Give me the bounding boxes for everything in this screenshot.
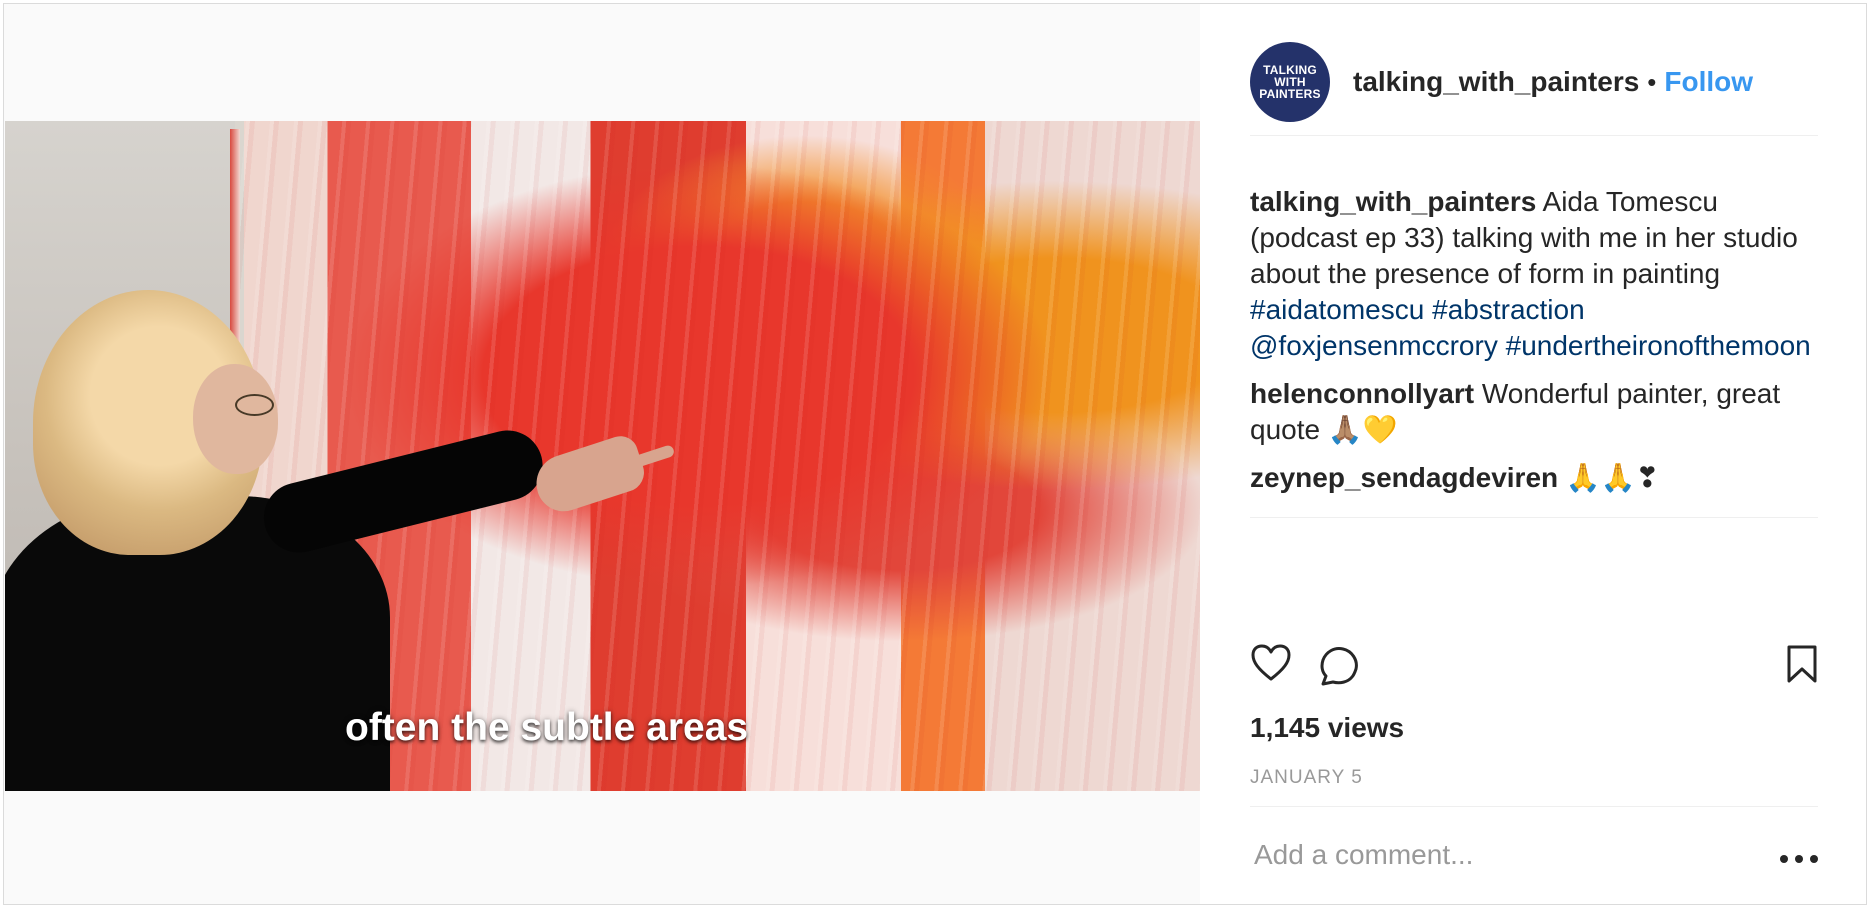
painter-arm [256,423,551,560]
comments-list: talking_with_painters Aida Tomescu (podc… [1250,184,1816,508]
author-avatar[interactable]: TALKING WITH PAINTERS [1250,42,1330,122]
post-actions [1250,644,1818,694]
follow-button[interactable]: Follow [1664,66,1753,98]
video-player[interactable]: often the subtle areas [5,121,1200,791]
comment-zeynep-sendagdeviren: zeynep_sendagdeviren 🙏🙏❣ [1250,460,1816,496]
comment-bubble-icon[interactable] [1317,644,1359,691]
header-separator: • [1647,66,1657,97]
like-heart-icon[interactable] [1250,644,1292,687]
instagram-post-frame: often the subtle areas TALKING WITH PAIN… [3,3,1867,905]
comment-emoji: 🙏🏽💛 [1327,413,1398,446]
caption-comment: talking_with_painters Aida Tomescu (podc… [1250,184,1816,364]
post-media-area: often the subtle areas [4,4,1200,904]
painter-hand [528,431,650,519]
hashtag-abstraction[interactable]: #abstraction [1432,294,1585,325]
comment-username-link[interactable]: zeynep_sendagdeviren [1250,462,1558,493]
painter-face [193,364,278,474]
more-dot [1795,855,1803,863]
author-username-link[interactable]: talking_with_painters [1353,66,1639,98]
hashtag-aidatomescu[interactable]: #aidatomescu [1250,294,1424,325]
mention-foxjensenmccrory[interactable]: @foxjensenmccrory [1250,330,1498,361]
video-views[interactable]: 1,145 views [1250,712,1404,744]
post-side-panel: TALKING WITH PAINTERS talking_with_paint… [1200,4,1866,904]
post-date[interactable]: JANUARY 5 [1250,767,1363,789]
caption-username-link[interactable]: talking_with_painters [1250,186,1536,217]
more-dot [1810,855,1818,863]
comments-divider [1250,517,1818,518]
comment-input-divider [1250,806,1818,807]
video-subtitle: often the subtle areas [345,706,749,749]
comment-username-link[interactable]: helenconnollyart [1250,378,1474,409]
painter-glasses [235,394,274,416]
more-options-icon[interactable] [1780,855,1818,863]
comment-helenconnollyart: helenconnollyart Wonderful painter, grea… [1250,376,1816,448]
hashtag-undertheironofthemoon[interactable]: #undertheironofthemoon [1506,330,1811,361]
more-dot [1780,855,1788,863]
add-comment-input[interactable]: Add a comment... [1254,839,1473,871]
avatar-logo-text: TALKING WITH PAINTERS [1259,63,1321,101]
post-header: TALKING WITH PAINTERS talking_with_paint… [1250,40,1818,124]
comment-emoji: 🙏🙏❣ [1565,461,1660,494]
header-divider [1250,135,1818,136]
save-bookmark-icon[interactable] [1786,644,1818,689]
